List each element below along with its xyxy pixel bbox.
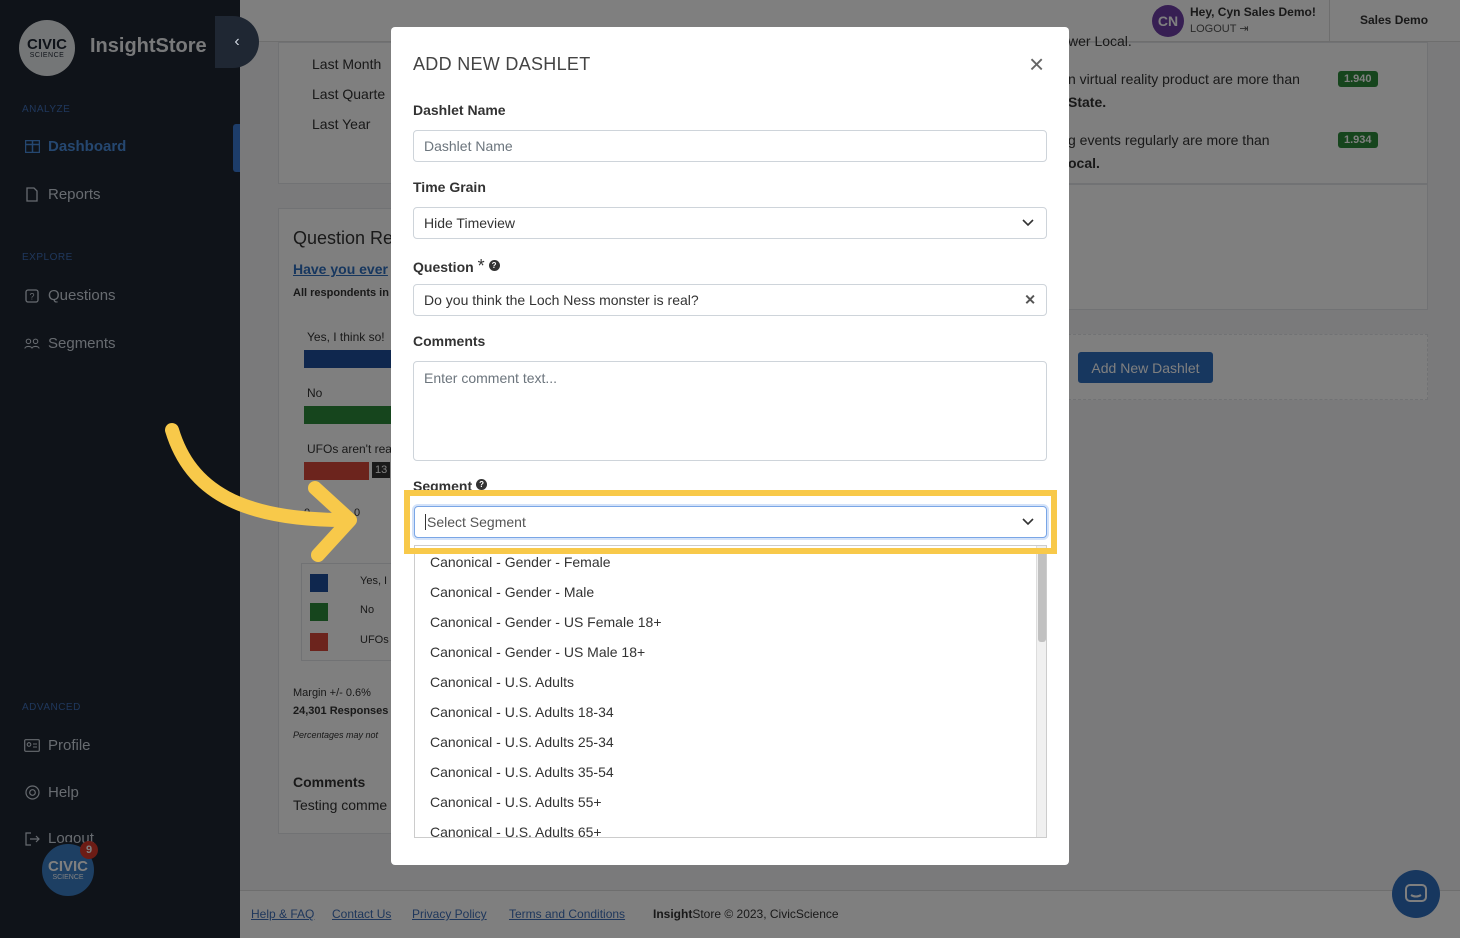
time-grain-label: Time Grain <box>413 179 486 195</box>
question-select[interactable]: Do you think the Loch Ness monster is re… <box>413 284 1047 316</box>
segment-select-input[interactable]: Select Segment <box>414 506 1047 538</box>
text-caret <box>425 514 426 530</box>
chevron-down-icon <box>1022 219 1034 227</box>
clear-icon[interactable]: ✕ <box>1024 292 1036 309</box>
segment-option[interactable]: Canonical - U.S. Adults 18-34 <box>415 697 1046 727</box>
segment-option[interactable]: Canonical - U.S. Adults <box>415 667 1046 697</box>
required-marker: * <box>477 256 485 276</box>
comments-placeholder: Enter comment text... <box>424 370 558 386</box>
comments-textarea[interactable]: Enter comment text... <box>413 361 1047 461</box>
time-grain-value: Hide Timeview <box>424 215 516 231</box>
segment-option[interactable]: Canonical - U.S. Adults 35-54 <box>415 757 1046 787</box>
help-icon[interactable]: ? <box>476 479 488 490</box>
scrollbar[interactable] <box>1036 546 1046 837</box>
scrollbar-thumb[interactable] <box>1038 548 1046 642</box>
question-label: Question *? <box>413 256 500 277</box>
question-label-text: Question <box>413 259 474 275</box>
help-icon[interactable]: ? <box>488 260 500 271</box>
chevron-down-icon <box>1022 518 1034 526</box>
chevron-left-icon: ‹ <box>234 33 240 50</box>
comments-label: Comments <box>413 333 486 349</box>
close-button[interactable]: × <box>1029 51 1044 77</box>
annotation-arrow <box>165 423 357 562</box>
segment-placeholder: Select Segment <box>427 514 526 530</box>
segment-option[interactable]: Canonical - U.S. Adults 55+ <box>415 787 1046 817</box>
segment-option[interactable]: Canonical - U.S. Adults 65+ <box>415 817 1046 837</box>
close-icon: × <box>1029 49 1045 79</box>
segment-option[interactable]: Canonical - Gender - US Male 18+ <box>415 637 1046 667</box>
dashlet-name-label: Dashlet Name <box>413 102 506 118</box>
question-value: Do you think the Loch Ness monster is re… <box>424 292 699 308</box>
dashlet-name-placeholder: Dashlet Name <box>424 138 513 154</box>
segment-option[interactable]: Canonical - U.S. Adults 25-34 <box>415 727 1046 757</box>
modal-title: ADD NEW DASHLET <box>413 54 591 74</box>
dashlet-name-input[interactable]: Dashlet Name <box>413 130 1047 162</box>
segment-option[interactable]: Canonical - Gender - US Female 18+ <box>415 607 1046 637</box>
segment-option[interactable]: Canonical - Gender - Male <box>415 577 1046 607</box>
segment-options-list: Canonical - Gender - Female Canonical - … <box>414 545 1047 838</box>
time-grain-select[interactable]: Hide Timeview <box>413 207 1047 239</box>
